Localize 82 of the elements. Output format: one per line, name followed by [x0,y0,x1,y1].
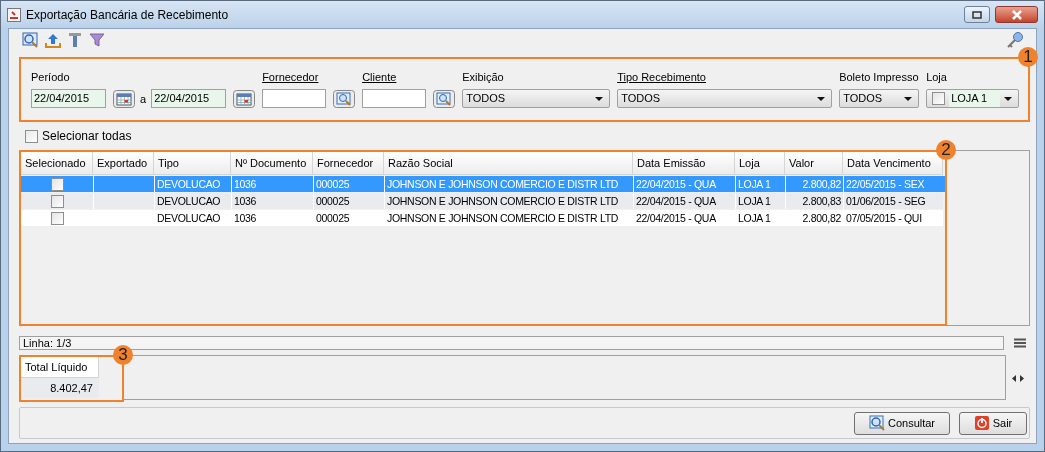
table-cell: 1036 [231,210,313,226]
table-cell: 2.800,82 [785,210,843,226]
table-cell: 2.800,82 [785,176,843,192]
calendar-icon[interactable] [113,89,135,108]
close-button[interactable] [995,6,1038,23]
filter-icon[interactable] [89,32,105,48]
column-header[interactable]: Exportado [93,152,154,175]
search-icon [868,415,885,431]
total-value: 8.402,47 [21,378,99,398]
dropdown[interactable]: TODOS [617,89,833,108]
close-icon [1010,9,1023,20]
table-cell: 000025 [313,210,384,226]
column-header[interactable]: Nº Documento [231,152,313,175]
callout-badge: 3 [113,345,133,365]
caret-icon [904,96,913,101]
app-icon [7,7,21,22]
column-header[interactable]: Data Vencimento [843,152,943,175]
dropdown[interactable]: LOJA 1 [926,89,1020,108]
search-icon[interactable] [22,32,38,48]
table-cell: LOJA 1 [735,193,785,209]
search-icon[interactable] [433,89,456,108]
column-header[interactable]: Valor [785,152,843,175]
table-cell: 000025 [313,193,384,209]
column-header[interactable]: Razão Social [384,152,633,175]
select-all-label: Selecionar todas [42,128,132,145]
filter-label[interactable]: Fornecedor [262,70,356,84]
checkbox[interactable] [50,177,64,191]
table-row[interactable]: DEVOLUCAO 1036 000025 JOHNSON E JOHNSON COMERCIO E DISTR LTD 22/04/2015 - QUA LOJA 1 2.800,82 07/05/2015 - QUI [21,210,945,226]
checkbox[interactable] [50,211,64,225]
table-cell: DEVOLUCAO [154,193,231,209]
range-connector: a [140,92,147,107]
date-field[interactable]: 22/04/2015 [31,89,106,108]
column-header[interactable]: Data Emissão [633,152,735,175]
tools-icon[interactable] [68,32,82,48]
filter-label: Período [31,70,71,84]
restore-button[interactable] [964,6,990,23]
upload-icon[interactable] [45,32,61,48]
caret-icon [1004,96,1013,101]
right-arrow-icon[interactable] [1020,375,1024,382]
column-header[interactable]: Loja [735,152,785,175]
exit-button[interactable]: Sair [959,411,1027,435]
power-icon [973,415,990,431]
filter-label: Boleto Impresso [839,70,920,84]
table-row[interactable]: DEVOLUCAO 1036 000025 JOHNSON E JOHNSON COMERCIO E DISTR LTD 22/04/2015 - QUA LOJA 1 2.800,83 01/06/2015 - SEG [21,193,945,209]
date-field[interactable]: 22/04/2015 [151,89,227,108]
caret-icon [595,96,604,101]
left-arrow-icon[interactable] [1012,375,1016,382]
column-header[interactable]: Fornecedor [313,152,384,175]
search-button[interactable]: Consultar [854,411,950,435]
filter-label: Exibição [462,70,505,84]
table-cell: 22/04/2015 - QUA [633,193,735,209]
table-cell: 07/05/2015 - QUI [843,210,943,226]
restore-icon [972,10,982,19]
column-header: Total Líquido [21,357,99,378]
menu-icon[interactable] [1013,338,1027,348]
select-all-checkbox[interactable] [25,129,38,143]
filter-label[interactable]: Tipo Recebimento [617,70,833,84]
table-cell: 22/04/2015 - QUA [633,210,735,226]
checkbox[interactable] [50,194,64,208]
table-cell: JOHNSON E JOHNSON COMERCIO E DISTR LTD [384,193,633,209]
column-header[interactable]: Tipo [154,152,231,175]
dropdown[interactable]: TODOS [839,89,920,108]
table-cell: 01/06/2015 - SEG [843,193,943,209]
table-cell: DEVOLUCAO [154,210,231,226]
caret-icon [817,96,826,101]
callout-badge: 1 [1018,47,1038,67]
table-cell: 1036 [231,193,313,209]
filter-label[interactable]: Cliente [362,70,456,84]
dropdown[interactable]: TODOS [462,89,611,108]
input-field[interactable] [262,89,327,108]
column-header[interactable]: Selecionado [21,152,93,175]
window-title: Exportação Bancária de Recebimento [26,6,229,24]
callout-badge: 2 [936,140,956,160]
checkbox[interactable] [932,92,946,105]
search-icon[interactable] [333,89,356,108]
filter-label: Loja [926,70,948,84]
calendar-icon[interactable] [233,89,256,108]
key-icon[interactable] [1006,31,1024,49]
input-field[interactable] [362,89,427,108]
table-cell: LOJA 1 [735,210,785,226]
table-cell: JOHNSON E JOHNSON COMERCIO E DISTR LTD [384,210,633,226]
table-cell: 2.800,83 [785,193,843,209]
